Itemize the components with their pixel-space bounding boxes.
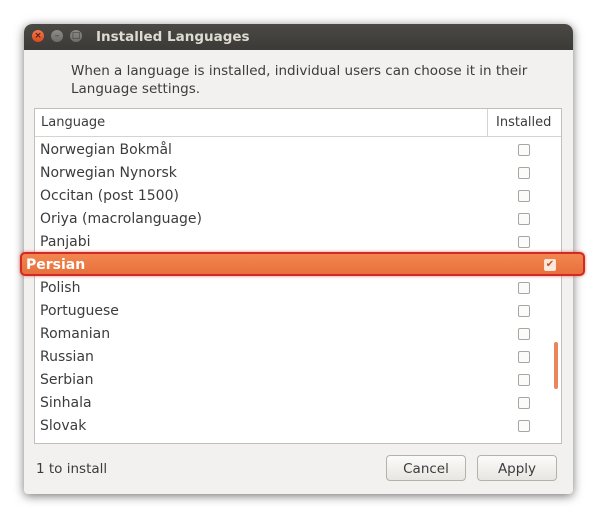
- language-name: Persian: [26, 257, 86, 273]
- installed-checkbox[interactable]: [518, 374, 530, 386]
- list-item[interactable]: Norwegian Bokmål: [35, 139, 561, 162]
- list-item-selected[interactable]: Persian ✔: [20, 252, 585, 276]
- language-name: Norwegian Bokmål: [40, 142, 172, 158]
- language-name: Sinhala: [40, 395, 92, 411]
- installed-checkbox[interactable]: [518, 167, 530, 179]
- minimize-icon[interactable]: –: [51, 30, 63, 42]
- installed-checkbox[interactable]: [518, 282, 530, 294]
- installed-checkbox[interactable]: [518, 328, 530, 340]
- installed-checkbox[interactable]: [518, 213, 530, 225]
- installed-checkbox[interactable]: [518, 351, 530, 363]
- list-item[interactable]: Polish: [35, 277, 561, 300]
- list-header: Language Installed: [35, 109, 561, 137]
- language-name: Portuguese: [40, 303, 119, 319]
- list-item[interactable]: Oriya (macrolanguage): [35, 208, 561, 231]
- list-item[interactable]: Portuguese: [35, 300, 561, 323]
- installed-checkbox[interactable]: [518, 397, 530, 409]
- description-text: When a language is installed, individual…: [71, 63, 528, 97]
- installed-checkbox-checked[interactable]: ✔: [544, 259, 556, 271]
- cancel-button[interactable]: Cancel: [386, 455, 466, 481]
- list-item[interactable]: Romanian: [35, 323, 561, 346]
- language-name: Norwegian Nynorsk: [40, 165, 177, 181]
- language-list[interactable]: Language Installed Norwegian Bokmål Norw…: [34, 108, 562, 444]
- language-name: Romanian: [40, 326, 111, 342]
- column-divider: [487, 109, 488, 136]
- list-item[interactable]: Sinhala: [35, 392, 561, 415]
- installed-checkbox[interactable]: [518, 420, 530, 432]
- installed-checkbox[interactable]: [518, 236, 530, 248]
- language-name: Oriya (macrolanguage): [40, 211, 203, 227]
- language-name: Serbian: [40, 372, 94, 388]
- title-bar[interactable]: × – □ Installed Languages: [24, 24, 573, 50]
- language-name: Slovak: [40, 418, 87, 434]
- status-text: 1 to install: [36, 461, 108, 477]
- installed-checkbox[interactable]: [518, 305, 530, 317]
- column-header-language[interactable]: Language: [41, 115, 105, 130]
- scrollbar-thumb[interactable]: [554, 342, 558, 389]
- language-name: Panjabi: [40, 234, 91, 250]
- maximize-icon[interactable]: □: [70, 30, 82, 42]
- language-name: Polish: [40, 280, 81, 296]
- list-item[interactable]: Panjabi: [35, 231, 561, 254]
- installed-checkbox[interactable]: [518, 190, 530, 202]
- close-icon[interactable]: ×: [32, 30, 44, 42]
- list-rows: Norwegian Bokmål Norwegian Nynorsk Occit…: [35, 139, 561, 438]
- apply-button[interactable]: Apply: [477, 455, 557, 481]
- column-header-installed[interactable]: Installed: [496, 115, 551, 130]
- list-item[interactable]: Slovak: [35, 415, 561, 438]
- list-item[interactable]: Norwegian Nynorsk: [35, 162, 561, 185]
- installed-checkbox[interactable]: [518, 144, 530, 156]
- window-title: Installed Languages: [96, 29, 250, 45]
- list-item[interactable]: Russian: [35, 346, 561, 369]
- list-item[interactable]: Occitan (post 1500): [35, 185, 561, 208]
- list-item[interactable]: Serbian: [35, 369, 561, 392]
- language-name: Occitan (post 1500): [40, 188, 179, 204]
- language-name: Russian: [40, 349, 94, 365]
